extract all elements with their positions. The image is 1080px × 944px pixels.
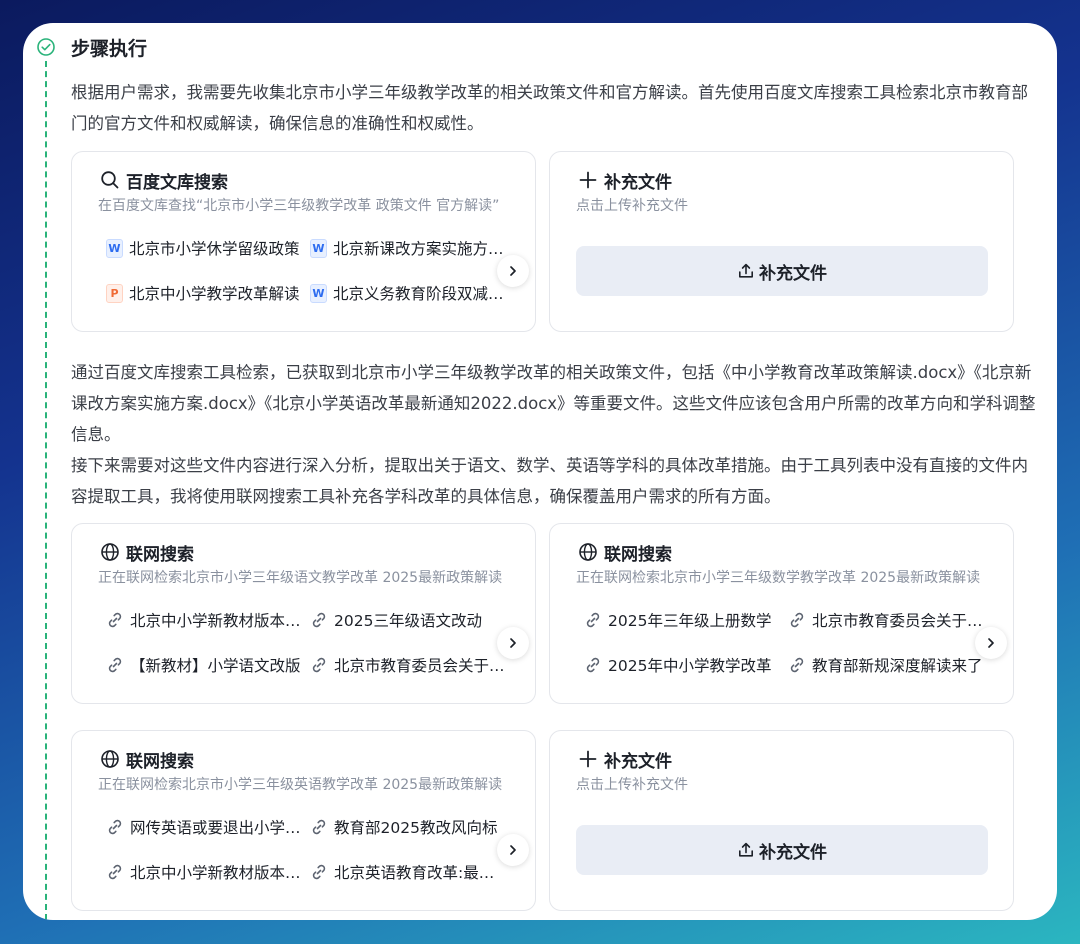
link-icon — [790, 657, 804, 673]
step-title: 步骤执行 — [71, 38, 148, 60]
link-icon — [312, 657, 326, 673]
result-item[interactable]: 网传英语或要退出小学课堂 — [106, 816, 304, 838]
result-item-label: 北京英语教育改革:最新动态 — [334, 864, 508, 882]
next-step-paragraph: 接下来需要对这些文件内容进行深入分析，提取出关于语文、数学、英语等学科的具体改革… — [71, 456, 1028, 506]
card-header: 补充文件 — [578, 168, 672, 193]
card-title: 百度文库搜索 — [126, 172, 228, 193]
result-item-label: 北京义务教育阶段双减政策 — [333, 285, 508, 303]
intro-paragraph: 根据用户需求，我需要先收集北京市小学三年级教学改革的相关政策文件和官方解读。首先… — [71, 83, 1028, 133]
result-item-label: 2025三年级语文改动 — [334, 612, 482, 630]
result-item-label: 北京市教育委员会关于印发 — [334, 657, 508, 675]
card-header: 联网搜索 — [100, 747, 194, 772]
result-item-label: 2025年中小学教学改革 — [608, 657, 772, 675]
link-icon — [108, 612, 122, 628]
globe-icon — [101, 543, 119, 561]
result-item-label: 【新教材】小学语文改版 — [130, 657, 301, 675]
result-item[interactable]: W 北京义务教育阶段双减政策 — [310, 282, 508, 304]
upload-card: 补充文件 点击上传补充文件 补充文件 — [549, 730, 1014, 911]
card-title: 联网搜索 — [604, 544, 672, 565]
result-item[interactable]: W 北京新课改方案实施方案.docx — [310, 237, 508, 259]
web-search-card-math[interactable]: 联网搜索 正在联网检索北京市小学三年级数学教学改革 2025最新政策解读 202… — [549, 523, 1014, 704]
link-icon — [312, 612, 326, 628]
result-item[interactable]: 北京中小学新教材版本变化 — [106, 609, 304, 631]
result-item[interactable]: 北京市教育委员会关于印发 — [788, 609, 986, 631]
next-page-button[interactable] — [975, 627, 1007, 659]
result-item[interactable]: 2025年中小学教学改革 — [584, 654, 782, 676]
link-icon — [586, 612, 600, 628]
result-item-label: 北京市教育委员会关于印发 — [812, 612, 986, 630]
result-item[interactable]: 北京中小学新教材版本变化 — [106, 861, 304, 883]
plus-icon — [579, 750, 597, 768]
result-item-label: 北京中小学新教材版本变化 — [130, 864, 304, 882]
result-item[interactable]: 教育部2025教改风向标 — [310, 816, 508, 838]
timeline-line — [45, 51, 47, 920]
card-title: 补充文件 — [604, 172, 672, 193]
card-subtitle: 在百度文库查找“北京市小学三年级教学改革 政策文件 官方解读” — [98, 198, 500, 214]
result-item[interactable]: W 北京市小学休学留级政策 — [106, 237, 304, 259]
chevron-right-icon — [510, 845, 516, 855]
card-subtitle: 正在联网检索北京市小学三年级英语教学改革 2025最新政策解读 — [98, 777, 503, 793]
card-title: 补充文件 — [604, 751, 672, 772]
result-item-label: 教育部2025教改风向标 — [334, 819, 498, 837]
link-icon — [108, 819, 122, 835]
word-doc-icon: W — [106, 238, 123, 258]
globe-icon — [579, 543, 597, 561]
result-item-label: 北京新课改方案实施方案.docx — [333, 240, 508, 258]
link-icon — [312, 864, 326, 880]
word-doc-icon: W — [310, 238, 327, 258]
result-item-label: 网传英语或要退出小学课堂 — [130, 819, 304, 837]
result-item[interactable]: 2025年三年级上册数学 — [584, 609, 782, 631]
card-title: 联网搜索 — [126, 544, 194, 565]
web-search-card-chinese[interactable]: 联网搜索 正在联网检索北京市小学三年级语文教学改革 2025最新政策解读 北京中… — [71, 523, 536, 704]
result-item-label: 2025年三年级上册数学 — [608, 612, 772, 630]
step-panel: 步骤执行 根据用户需求，我需要先收集北京市小学三年级教学改革的相关政策文件和官方… — [23, 23, 1057, 920]
card-subtitle: 正在联网检索北京市小学三年级语文教学改革 2025最新政策解读 — [98, 570, 503, 586]
chevron-right-icon — [510, 638, 516, 648]
search-icon — [101, 171, 119, 189]
result-item[interactable]: 【新教材】小学语文改版 — [106, 654, 304, 676]
upload-file-button[interactable]: 补充文件 — [576, 825, 988, 875]
link-icon — [108, 657, 122, 673]
upload-button-label: 补充文件 — [759, 842, 827, 863]
word-doc-icon: W — [310, 283, 327, 303]
result-item-label: 教育部新规深度解读来了 — [812, 657, 983, 675]
web-search-card-english[interactable]: 联网搜索 正在联网检索北京市小学三年级英语教学改革 2025最新政策解读 网传英… — [71, 730, 536, 911]
link-icon — [312, 819, 326, 835]
card-header: 联网搜索 — [578, 540, 672, 565]
card-subtitle: 点击上传补充文件 — [576, 198, 688, 214]
chevron-right-icon — [988, 638, 994, 648]
card-header: 百度文库搜索 — [100, 168, 228, 193]
result-item[interactable]: 2025三年级语文改动 — [310, 609, 508, 631]
ppt-doc-icon: P — [106, 283, 123, 303]
result-item-label: 北京中小学新教材版本变化 — [130, 612, 304, 630]
upload-button-label: 补充文件 — [759, 263, 827, 284]
link-icon — [790, 612, 804, 628]
upload-file-button[interactable]: 补充文件 — [576, 246, 988, 296]
result-item-label: 北京中小学教学改革解读 — [129, 285, 300, 303]
result-item[interactable]: 北京英语教育改革:最新动态 — [310, 861, 508, 883]
result-item-label: 北京市小学休学留级政策 — [129, 240, 300, 258]
plus-icon — [579, 171, 597, 189]
card-title: 联网搜索 — [126, 751, 194, 772]
next-page-button[interactable] — [497, 255, 529, 287]
result-item[interactable]: 教育部新规深度解读来了 — [788, 654, 986, 676]
card-header: 联网搜索 — [100, 540, 194, 565]
summary-paragraph: 通过百度文库搜索工具检索，已获取到北京市小学三年级教学改革的相关政策文件，包括《… — [71, 363, 1036, 444]
check-circle-icon — [36, 37, 56, 57]
link-icon — [108, 864, 122, 880]
result-item[interactable]: P 北京中小学教学改革解读 — [106, 282, 304, 304]
upload-icon — [739, 842, 753, 857]
globe-icon — [101, 750, 119, 768]
baidu-search-card[interactable]: 百度文库搜索 在百度文库查找“北京市小学三年级教学改革 政策文件 官方解读” W… — [71, 151, 536, 332]
next-page-button[interactable] — [497, 834, 529, 866]
card-header: 补充文件 — [578, 747, 672, 772]
next-page-button[interactable] — [497, 627, 529, 659]
upload-icon — [739, 263, 753, 278]
result-item[interactable]: 北京市教育委员会关于印发 — [310, 654, 508, 676]
chevron-right-icon — [510, 266, 516, 276]
link-icon — [586, 657, 600, 673]
upload-card: 补充文件 点击上传补充文件 补充文件 — [549, 151, 1014, 332]
card-subtitle: 点击上传补充文件 — [576, 777, 688, 793]
card-subtitle: 正在联网检索北京市小学三年级数学教学改革 2025最新政策解读 — [576, 570, 981, 586]
